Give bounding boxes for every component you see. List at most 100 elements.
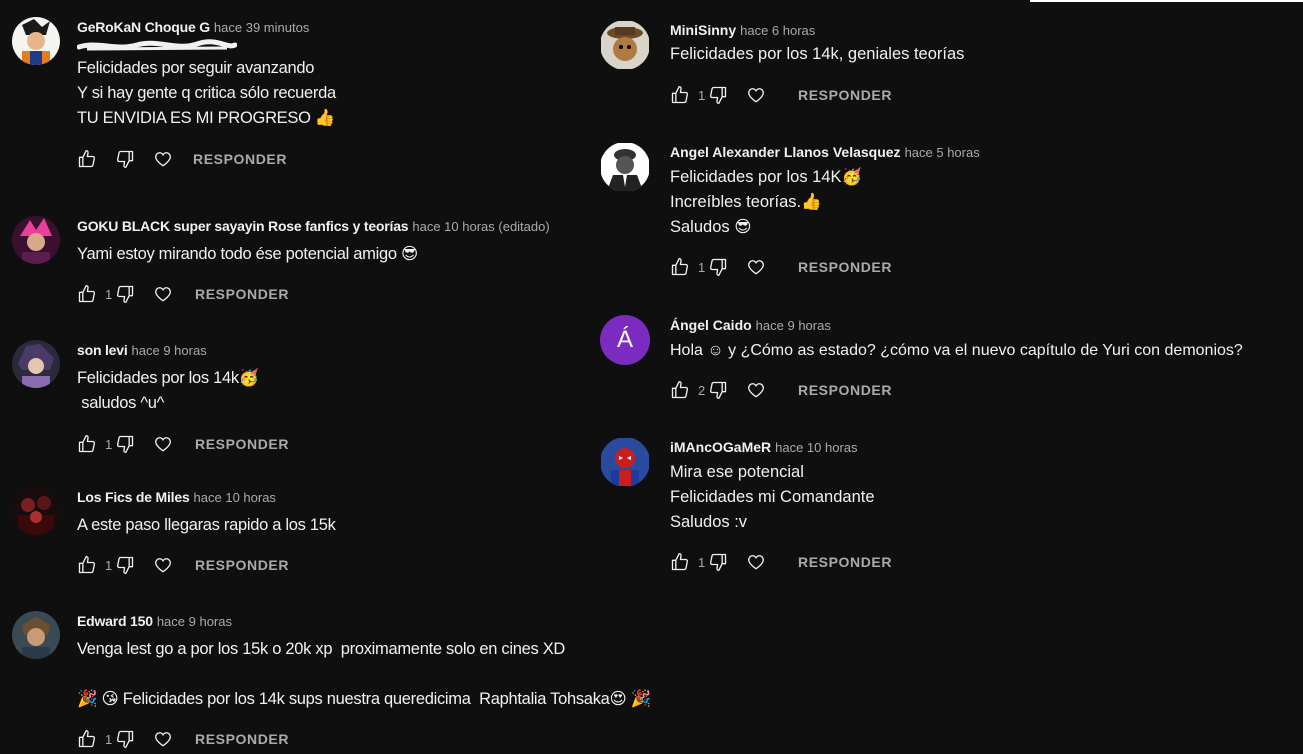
avatar-letter: Á	[616, 326, 633, 353]
author-name[interactable]: Ángel Caido	[670, 317, 752, 333]
comment-line: Felicidades mi Comandante	[670, 488, 875, 506]
like-count: 1	[105, 731, 113, 747]
comment-timestamp[interactable]: hace 10 horas	[775, 440, 857, 455]
heart-icon[interactable]	[153, 149, 173, 169]
dislike-icon[interactable]	[115, 729, 135, 749]
like-icon[interactable]	[670, 380, 690, 400]
reply-button[interactable]: RESPONDER	[195, 731, 289, 747]
heart-icon[interactable]	[153, 555, 173, 575]
comment-line: 🎉 😘 Felicidades por los 14k sups nuestra…	[77, 690, 651, 708]
comment-line: Saludos 😎	[670, 218, 752, 236]
comment-line: Felicidades por los 14k, geniales teoría…	[670, 45, 965, 63]
like-icon[interactable]	[77, 729, 97, 749]
like-icon[interactable]	[670, 257, 690, 277]
reply-button[interactable]: RESPONDER	[195, 557, 289, 573]
comment-line: Saludos :v	[670, 513, 748, 531]
comment-line: Y si hay gente q critica sólo recuerda	[77, 84, 336, 102]
heart-icon[interactable]	[746, 257, 766, 277]
comment-timestamp[interactable]: hace 5 horas	[905, 145, 980, 160]
comment-line: saludos ^u^	[77, 394, 165, 412]
reply-button[interactable]: RESPONDER	[798, 554, 892, 570]
author-name[interactable]: Angel Alexander Llanos Velasquez	[670, 144, 901, 160]
like-count: 1	[105, 286, 113, 302]
dislike-icon[interactable]	[115, 434, 135, 454]
comment-line: Mira ese potencial	[670, 463, 804, 481]
avatar[interactable]	[600, 20, 650, 70]
dislike-icon[interactable]	[115, 284, 135, 304]
dislike-icon[interactable]	[708, 257, 728, 277]
comment-line: A este paso llegaras rapido a los 15k	[77, 516, 336, 534]
heart-icon[interactable]	[746, 552, 766, 572]
avatar[interactable]	[600, 437, 650, 487]
like-icon[interactable]	[77, 284, 97, 304]
reply-button[interactable]: RESPONDER	[798, 259, 892, 275]
comment-timestamp[interactable]: hace 9 horas	[132, 343, 207, 358]
comment-text: Yami estoy mirando todo ése potencial am…	[77, 242, 697, 267]
comment-timestamp[interactable]: hace 9 horas	[157, 614, 232, 629]
heart-icon[interactable]	[153, 284, 173, 304]
comment-text: Venga lest go a por los 15k o 20k xp pro…	[77, 637, 697, 712]
comment-text: A este paso llegaras rapido a los 15k	[77, 513, 697, 538]
author-name[interactable]: Edward 150	[77, 613, 153, 629]
like-icon[interactable]	[670, 85, 690, 105]
comment-text: Mira ese potencial Felicidades mi Comanda…	[670, 460, 1290, 535]
like-count: 1	[105, 557, 113, 573]
comment-line: Felicidades por los 14K🥳	[670, 168, 863, 186]
comment-line: Yami estoy mirando todo ése potencial am…	[77, 245, 418, 263]
dislike-icon[interactable]	[708, 85, 728, 105]
reply-button[interactable]: RESPONDER	[195, 286, 289, 302]
author-name[interactable]: MiniSinny	[670, 22, 736, 38]
dislike-icon[interactable]	[708, 380, 728, 400]
top-right-white-strip	[1030, 0, 1303, 2]
avatar[interactable]	[12, 17, 60, 65]
like-count: 1	[698, 259, 706, 275]
comment-timestamp[interactable]: hace 9 horas	[756, 318, 831, 333]
author-name[interactable]: iMAncOGaMeR	[670, 439, 771, 455]
comment-line	[77, 662, 697, 687]
heart-icon[interactable]	[153, 729, 173, 749]
like-icon[interactable]	[77, 555, 97, 575]
dislike-icon[interactable]	[708, 552, 728, 572]
dislike-icon[interactable]	[115, 555, 135, 575]
comment-text: Felicidades por los 14k, geniales teoría…	[670, 42, 1290, 67]
author-name[interactable]: GOKU BLACK super sayayin Rose fanfics y …	[77, 218, 409, 234]
avatar[interactable]	[12, 487, 60, 535]
author-name[interactable]: GeRoKaN Choque G	[77, 19, 210, 35]
comment-line: Increíbles teorías.👍	[670, 193, 822, 211]
reply-button[interactable]: RESPONDER	[195, 436, 289, 452]
comment-line: TU ENVIDIA ES MI PROGRESO 👍	[77, 109, 336, 127]
avatar[interactable]	[12, 216, 60, 264]
like-count: 1	[698, 554, 706, 570]
comment-timestamp[interactable]: hace 10 horas (editado)	[412, 219, 549, 234]
reply-button[interactable]: RESPONDER	[798, 87, 892, 103]
reply-button[interactable]: RESPONDER	[193, 151, 287, 167]
like-count: 1	[105, 436, 113, 452]
comment-timestamp[interactable]: hace 10 horas	[194, 490, 276, 505]
redacted-scribble	[77, 39, 237, 51]
comment-line: Venga lest go a por los 15k o 20k xp pro…	[77, 640, 566, 658]
comment-line: Felicidades por los 14k🥳	[77, 369, 260, 387]
heart-icon[interactable]	[153, 434, 173, 454]
comment-text: Hola ☺ y ¿Cómo as estado? ¿cómo va el nu…	[670, 338, 1303, 363]
like-count: 1	[698, 87, 706, 103]
comment-timestamp[interactable]: hace 6 horas	[740, 23, 815, 38]
avatar[interactable]	[12, 611, 60, 659]
comment-text: Felicidades por los 14K🥳 Increíbles teorí…	[670, 165, 1290, 240]
comment-text: Felicidades por los 14k🥳 saludos ^u^	[77, 366, 697, 416]
heart-icon[interactable]	[746, 380, 766, 400]
comment-timestamp[interactable]: hace 39 minutos	[214, 20, 309, 35]
like-icon[interactable]	[77, 434, 97, 454]
avatar[interactable]: Á	[600, 315, 650, 365]
like-icon[interactable]	[77, 149, 97, 169]
author-name[interactable]: son levi	[77, 342, 128, 358]
heart-icon[interactable]	[746, 85, 766, 105]
dislike-icon[interactable]	[115, 149, 135, 169]
author-name[interactable]: Los Fics de Miles	[77, 489, 190, 505]
like-count: 2	[698, 382, 706, 398]
like-icon[interactable]	[670, 552, 690, 572]
reply-button[interactable]: RESPONDER	[798, 382, 892, 398]
avatar[interactable]	[12, 340, 60, 388]
avatar[interactable]	[600, 142, 650, 192]
comment-line: Hola ☺ y ¿Cómo as estado? ¿cómo va el nu…	[670, 342, 1243, 359]
comment-text: Felicidades por seguir avanzando Y si hay…	[77, 56, 697, 131]
